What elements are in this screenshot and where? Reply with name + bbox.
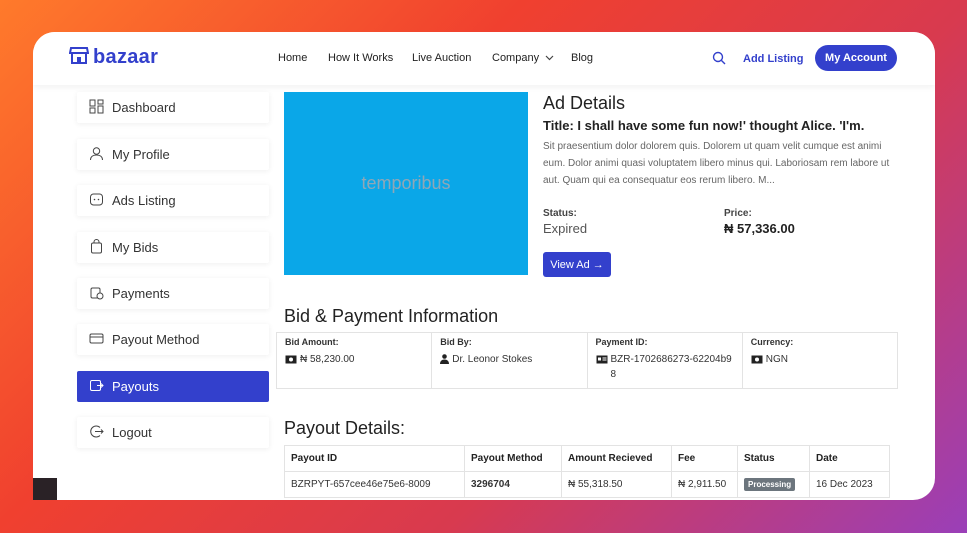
bag-icon	[89, 238, 104, 257]
price-value: ₦ 57,336.00	[724, 221, 795, 236]
fee-cell: ₦ 2,911.50	[671, 471, 738, 498]
bid-by-value: Dr. Leonor Stokes	[452, 354, 533, 365]
sidebar-item-label: Payouts	[112, 379, 159, 394]
currency-label: Currency:	[750, 337, 794, 347]
bid-info-table: Bid Amount: ₦ 58,230.00 Bid By: Dr. Leon…	[276, 332, 898, 389]
column-header: Fee	[671, 445, 738, 472]
payment-id-cell: Payment ID: BZR-1702686273-62204b98	[588, 333, 743, 388]
sidebar-item-payout-method[interactable]: Payout Method	[77, 324, 269, 355]
search-icon[interactable]	[712, 51, 726, 70]
card-icon	[89, 331, 104, 349]
ad-image: temporibus	[284, 92, 528, 275]
ad-image-text: temporibus	[361, 173, 451, 193]
sidebar-item-label: Ads Listing	[112, 193, 176, 208]
column-header: Amount Recieved	[561, 445, 672, 472]
store-icon	[68, 46, 90, 69]
dashboard-icon	[89, 99, 104, 117]
table-row: BZRPYT-657cee46e75e6-8009 3296704 ₦ 55,3…	[284, 471, 890, 498]
payout-id-cell: BZRPYT-657cee46e75e6-8009	[284, 471, 465, 498]
bid-amount-value: ₦ 58,230.00	[300, 354, 355, 365]
money-icon	[751, 352, 763, 369]
payment-id-value: BZR-1702686273-62204b98	[610, 354, 732, 380]
sidebar-item-payments[interactable]: Payments	[77, 278, 269, 309]
amount-received-cell: ₦ 55,318.50	[561, 471, 672, 498]
payment-id-label: Payment ID:	[595, 337, 648, 347]
ad-description: Sit praesentium dolor dolorem quis. Dolo…	[543, 141, 890, 186]
sidebar-item-label: My Bids	[112, 240, 159, 255]
payout-method-cell: 3296704	[464, 471, 562, 498]
ad-title: Title: I shall have some fun now!' thoug…	[543, 118, 865, 133]
payout-table: Payout ID Payout Method Amount Recieved …	[284, 445, 890, 498]
app-window: bazaar Home How It Works Live Auction Co…	[33, 32, 935, 500]
money-icon	[285, 352, 297, 369]
column-header: Status	[737, 445, 810, 472]
bid-by-cell: Bid By: Dr. Leonor Stokes	[432, 333, 588, 388]
date-cell: 16 Dec 2023	[809, 471, 890, 498]
column-header: Payout ID	[284, 445, 465, 472]
nav-company[interactable]: Company	[492, 52, 554, 64]
status-badge: Processing	[744, 478, 796, 491]
sidebar-item-label: Dashboard	[112, 100, 176, 115]
column-header: Payout Method	[464, 445, 562, 472]
sidebar-item-label: My Profile	[112, 147, 170, 162]
nav-how-it-works[interactable]: How It Works	[328, 52, 393, 64]
payment-icon	[89, 285, 104, 303]
sidebar-item-label: Payments	[112, 286, 170, 301]
status-value: Expired	[543, 221, 588, 236]
sidebar-item-my-bids[interactable]: My Bids	[77, 232, 269, 263]
nav-company-label: Company	[492, 52, 540, 64]
sidebar-item-dashboard[interactable]: Dashboard	[77, 92, 269, 123]
status-label: Status:	[543, 208, 577, 219]
sidebar-item-label: Payout Method	[112, 332, 200, 347]
column-header: Date	[809, 445, 890, 472]
bid-amount-cell: Bid Amount: ₦ 58,230.00	[277, 333, 433, 388]
sidebar-item-label: Logout	[112, 425, 152, 440]
ad-details-heading: Ad Details	[543, 93, 626, 113]
view-ad-button[interactable]: View Ad →	[543, 252, 611, 277]
logout-icon	[89, 424, 104, 442]
payout-details-heading: Payout Details:	[284, 418, 406, 438]
currency-value: NGN	[765, 354, 788, 365]
nav-live-auction[interactable]: Live Auction	[412, 52, 471, 64]
my-account-button[interactable]: My Account	[815, 45, 897, 71]
bid-by-label: Bid By:	[440, 337, 472, 347]
currency-cell: Currency: NGN	[743, 333, 897, 388]
sidebar-item-payouts[interactable]: Payouts	[77, 371, 269, 402]
sidebar-item-my-profile[interactable]: My Profile	[77, 139, 269, 170]
nav-home[interactable]: Home	[278, 52, 307, 64]
chevron-down-icon	[542, 52, 554, 64]
person-icon	[440, 352, 450, 369]
price-label: Price:	[724, 208, 752, 219]
sidebar-item-logout[interactable]: Logout	[77, 417, 269, 448]
user-icon	[89, 146, 104, 164]
top-navbar: bazaar Home How It Works Live Auction Co…	[33, 32, 935, 85]
bid-amount-label: Bid Amount:	[285, 337, 339, 347]
nav-blog[interactable]: Blog	[571, 52, 593, 64]
logo-text: bazaar	[93, 46, 159, 68]
ads-icon	[89, 192, 104, 210]
add-listing-link[interactable]: Add Listing	[743, 53, 804, 65]
corner-thumbnail	[33, 478, 57, 500]
status-cell: Processing	[737, 471, 810, 498]
sidebar-item-ads-listing[interactable]: Ads Listing	[77, 185, 269, 216]
id-card-icon	[596, 352, 608, 369]
bid-payment-heading: Bid & Payment Information	[284, 306, 499, 326]
payout-icon	[89, 378, 104, 396]
table-header-row: Payout ID Payout Method Amount Recieved …	[284, 445, 890, 472]
logo[interactable]: bazaar	[68, 46, 159, 69]
